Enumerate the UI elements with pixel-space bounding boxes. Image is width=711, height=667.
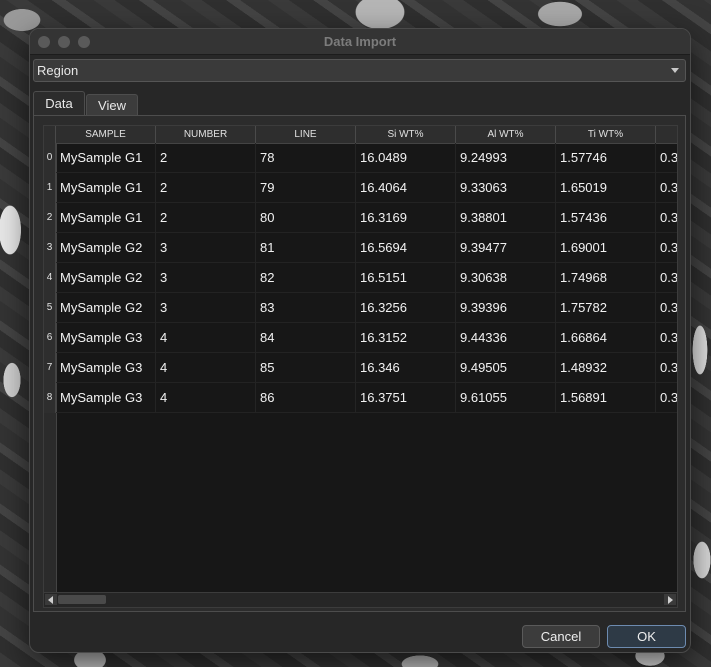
table-cell[interactable]: 9.30638 [456,263,556,293]
row-header[interactable]: 5 [44,293,56,323]
table-cell[interactable]: 3 [156,263,256,293]
table-cell[interactable]: 0.3 [656,323,677,353]
row-header[interactable]: 8 [44,383,56,413]
window-title: Data Import [323,34,397,49]
table-cell[interactable]: 86 [256,383,356,413]
table-cell[interactable]: 9.39477 [456,233,556,263]
table-cell[interactable]: 16.3256 [356,293,456,323]
table-cell[interactable]: MySample G1 [56,203,156,233]
column-header[interactable]: LINE [256,126,356,143]
table-cell[interactable]: 16.3152 [356,323,456,353]
scroll-left-icon[interactable] [45,594,57,605]
table-cell[interactable]: 9.33063 [456,173,556,203]
table-cell[interactable]: 0.3 [656,203,677,233]
table-cell[interactable]: 1.75782 [556,293,656,323]
table-cell[interactable]: MySample G2 [56,263,156,293]
row-header[interactable]: 2 [44,203,56,233]
region-select[interactable]: Region [33,59,686,82]
table-corner [44,126,56,143]
data-import-dialog: Data Import Region Data View SAMPLE NUMBE… [29,28,691,653]
table-cell[interactable]: 82 [256,263,356,293]
column-header[interactable]: NUMBER [156,126,256,143]
table-cell[interactable]: MySample G3 [56,383,156,413]
table-cell[interactable]: 2 [156,143,256,173]
table-cell[interactable]: 78 [256,143,356,173]
table-cell[interactable]: 1.74968 [556,263,656,293]
table-cell[interactable]: 83 [256,293,356,323]
table-cell[interactable]: 16.5694 [356,233,456,263]
table-cell[interactable]: 16.5151 [356,263,456,293]
table-cell[interactable]: 16.3169 [356,203,456,233]
table-cell[interactable]: 9.44336 [456,323,556,353]
table-cell[interactable]: 1.69001 [556,233,656,263]
title-bar[interactable]: Data Import [30,29,690,55]
horizontal-scrollbar[interactable] [44,592,677,607]
row-header[interactable]: 4 [44,263,56,293]
column-header-partial[interactable] [656,126,677,143]
table-cell[interactable]: MySample G3 [56,353,156,383]
tab-panel: SAMPLE NUMBER LINE Si WT% Al WT% Ti WT% 0 MySa… [33,115,686,612]
table-cell[interactable]: 9.61055 [456,383,556,413]
table-cell[interactable]: MySample G2 [56,233,156,263]
tab-view[interactable]: View [86,94,138,116]
table-cell[interactable]: 0.3 [656,263,677,293]
table-cell[interactable]: 1.48932 [556,353,656,383]
table-cell[interactable]: 9.24993 [456,143,556,173]
column-header[interactable]: Ti WT% [556,126,656,143]
table-cell[interactable]: 16.346 [356,353,456,383]
table-cell[interactable]: 4 [156,383,256,413]
table-cell[interactable]: MySample G2 [56,293,156,323]
ok-button[interactable]: OK [607,625,686,648]
table-cell[interactable]: 2 [156,173,256,203]
table-cell[interactable]: 0.3 [656,143,677,173]
scrollbar-thumb[interactable] [58,595,106,604]
table-cell[interactable]: MySample G1 [56,173,156,203]
table-cell[interactable]: 0.3 [656,383,677,413]
table-cell[interactable]: 9.39396 [456,293,556,323]
table-cell[interactable]: 1.57746 [556,143,656,173]
table-cell[interactable]: 85 [256,353,356,383]
table-cell[interactable]: MySample G3 [56,323,156,353]
table-cell[interactable]: 84 [256,323,356,353]
table-cell[interactable]: 1.57436 [556,203,656,233]
table-cell[interactable]: 0.3 [656,353,677,383]
row-header[interactable]: 7 [44,353,56,383]
table-cell[interactable]: 3 [156,233,256,263]
region-select-value: Region [37,63,79,78]
row-header[interactable]: 6 [44,323,56,353]
table-cell[interactable]: 9.49505 [456,353,556,383]
table-cell[interactable]: 16.4064 [356,173,456,203]
table-cell[interactable]: 4 [156,353,256,383]
table-cell[interactable]: 1.66864 [556,323,656,353]
table-cell[interactable]: 1.65019 [556,173,656,203]
table-cell[interactable]: 81 [256,233,356,263]
tab-data[interactable]: Data [33,91,85,116]
table-cell[interactable]: 80 [256,203,356,233]
column-header[interactable]: Si WT% [356,126,456,143]
table-cell[interactable]: MySample G1 [56,143,156,173]
row-header[interactable]: 1 [44,173,56,203]
column-header[interactable]: Al WT% [456,126,556,143]
row-divider [56,412,677,413]
data-table[interactable]: SAMPLE NUMBER LINE Si WT% Al WT% Ti WT% 0 MySa… [43,125,678,608]
table-cell[interactable]: 1.56891 [556,383,656,413]
table-cell[interactable]: 0.3 [656,173,677,203]
chevron-down-icon [671,68,679,73]
table-cell[interactable]: 79 [256,173,356,203]
table-cell[interactable]: 16.0489 [356,143,456,173]
row-header[interactable]: 3 [44,233,56,263]
table-cell[interactable]: 2 [156,203,256,233]
row-header[interactable]: 0 [44,143,56,173]
table-cell[interactable]: 3 [156,293,256,323]
cancel-button[interactable]: Cancel [522,625,600,648]
table-cell[interactable]: 0.3 [656,233,677,263]
table-header: SAMPLE NUMBER LINE Si WT% Al WT% Ti WT% [44,126,677,144]
column-header[interactable]: SAMPLE [56,126,156,143]
scroll-right-icon[interactable] [664,594,676,605]
table-cell[interactable]: 16.3751 [356,383,456,413]
table-cell[interactable]: 9.38801 [456,203,556,233]
table-cell[interactable]: 0.3 [656,293,677,323]
table-cell[interactable]: 4 [156,323,256,353]
